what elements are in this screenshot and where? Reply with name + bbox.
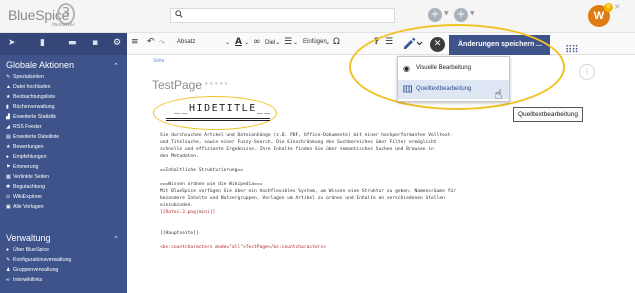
sidebar-item-spezialseiten[interactable]: ✎ Spezialseiten bbox=[6, 74, 44, 80]
sidebar-tabs: ➤ ▮ ▬ ▪ ⚙ bbox=[0, 33, 127, 55]
link-icon[interactable]: ∞ bbox=[253, 37, 261, 47]
code-line[interactable]: schnelle und effiziente Ergebnisse. Ihre… bbox=[160, 147, 434, 152]
top-header: BlueSpice 3 MediaWiki + ▼ + ▼ × W 8 bbox=[0, 0, 635, 33]
close-icon[interactable]: × bbox=[614, 2, 621, 11]
sidebar-item-recommendations[interactable]: ♠ Empfehlungen bbox=[6, 154, 46, 160]
format-dropdown[interactable]: Absatz bbox=[177, 39, 195, 45]
sidebar: ➤ ▮ ▬ ▪ ⚙ Globale Aktionen ⌃ ✎ Spezialsei… bbox=[0, 33, 127, 293]
code-line[interactable]: Sie durchsuchen Artikel und Dateianhänge… bbox=[160, 133, 453, 138]
gear-icon[interactable]: ⚙ bbox=[113, 38, 121, 48]
link-icon: ∞ bbox=[6, 277, 10, 283]
template-icon: ▣ bbox=[6, 204, 11, 210]
redo-icon[interactable]: ↷ bbox=[159, 39, 165, 47]
compass-icon: ⊙ bbox=[6, 194, 11, 200]
admin-heading: Verwaltung bbox=[6, 233, 51, 243]
global-actions-heading: Globale Aktionen bbox=[6, 60, 75, 70]
star-icon: ★ bbox=[6, 94, 11, 100]
sidebar-item-filelist[interactable]: ▤ Erweiterte Dateiliste bbox=[6, 134, 59, 140]
upload-icon: ▲ bbox=[6, 84, 11, 90]
bookmark-icon[interactable]: ▮ bbox=[40, 38, 45, 48]
new-page-icon[interactable]: + bbox=[428, 8, 442, 22]
chevron-down-icon[interactable]: ⌄ bbox=[225, 39, 230, 46]
sidebar-item-linked-pages[interactable]: ▦ Verlinkte Seiten bbox=[6, 174, 49, 180]
source-code-icon: [[]] bbox=[403, 86, 413, 93]
file-icon: ▤ bbox=[6, 134, 11, 140]
hidetitle-magic-word: __HIDETITLE__ bbox=[174, 103, 272, 114]
info-icon[interactable]: i bbox=[579, 64, 595, 80]
rss-icon: ◢ bbox=[6, 124, 10, 130]
sidebar-item-interwiki[interactable]: ∞ Interwikilinks bbox=[6, 277, 42, 283]
info-icon: ● bbox=[6, 247, 10, 253]
undo-icon[interactable]: ↶ bbox=[147, 37, 155, 47]
special-char-icon[interactable]: Ω bbox=[333, 37, 340, 47]
thumbs-up-icon: ♠ bbox=[6, 154, 9, 160]
flag-icon: ⚑ bbox=[6, 164, 11, 170]
sidebar-item-about[interactable]: ● Über BlueSpice bbox=[6, 247, 49, 253]
sidebar-item-templates[interactable]: ▣ Alle Vorlagen bbox=[6, 204, 44, 210]
sidebar-item-upload[interactable]: ▲ Datei hochladen bbox=[6, 84, 51, 90]
chevron-down-icon[interactable]: ▼ bbox=[470, 10, 475, 17]
sidebar-item-config[interactable]: ✎ Konfigurationsverwaltung bbox=[6, 257, 71, 263]
menu-icon[interactable]: ≡ bbox=[131, 37, 139, 47]
apps-grid-icon[interactable]: ⠿⠿ bbox=[565, 45, 579, 56]
text-style-icon[interactable]: A bbox=[235, 37, 242, 47]
list-icon[interactable]: ☰ bbox=[284, 37, 292, 47]
code-line-link[interactable]: [[Hauptseite]] bbox=[160, 231, 199, 236]
breadcrumb[interactable]: Seite bbox=[153, 58, 164, 64]
notification-badge[interactable]: 8 bbox=[604, 3, 613, 12]
sidebar-item-wikiexplorer[interactable]: ⊙ WikiExplorer bbox=[6, 194, 42, 200]
code-line[interactable]: den Metadaten. bbox=[160, 154, 199, 159]
code-line[interactable]: ===Wissen ordnen wie die Wikipedia=== bbox=[160, 182, 262, 187]
chevron-down-icon[interactable]: ▼ bbox=[444, 10, 449, 17]
list-icon: ▦ bbox=[6, 174, 11, 180]
code-line-tag[interactable]: <bs:countcharacters mode="all">TestPage<… bbox=[160, 245, 326, 250]
wrench-icon: ✎ bbox=[6, 74, 11, 80]
chevron-down-icon[interactable]: ⌄ bbox=[293, 39, 298, 46]
visual-edit-option[interactable]: ◉ Visuelle Bearbeitung bbox=[398, 59, 509, 78]
chart-icon: ▟ bbox=[6, 114, 10, 120]
rating-stars[interactable]: ★★★★★ bbox=[204, 81, 229, 87]
hidetitle-underline bbox=[166, 118, 270, 121]
code-line[interactable]: besondere Inhalte und Nutzergruppen, Vor… bbox=[160, 196, 445, 201]
eye-icon: ◉ bbox=[403, 64, 410, 73]
code-line[interactable]: und Titelsuche, sowie einer Fuzzy-Search… bbox=[160, 140, 437, 145]
sidebar-item-watchlist[interactable]: ★ Beobachtungsliste bbox=[6, 94, 55, 100]
code-line[interactable]: Mit BlueSpice verfügen Sie über ein hoch… bbox=[160, 189, 456, 194]
chevron-down-icon[interactable]: ⌄ bbox=[325, 39, 330, 46]
hand-cursor-icon: ☝ bbox=[494, 87, 503, 103]
sidebar-item-reminder[interactable]: ⚑ Erinnerung bbox=[6, 164, 38, 170]
navigation-icon[interactable]: ➤ bbox=[8, 38, 16, 48]
search-input[interactable] bbox=[170, 8, 395, 23]
code-line[interactable]: einzubinden. bbox=[160, 203, 193, 208]
sidebar-item-review[interactable]: ✱ Begutachtung bbox=[6, 184, 45, 190]
code-line-file-link[interactable]: [[Datei:3.png|mini]] bbox=[160, 210, 215, 215]
star-icon: ★ bbox=[6, 144, 11, 150]
trash-icon[interactable]: ▬ bbox=[68, 38, 77, 48]
sidebar-item-groups[interactable]: ♟ Gruppenverwaltung bbox=[6, 267, 58, 273]
folder-icon[interactable]: ▪ bbox=[92, 38, 98, 48]
tooltip: Quelltextbearbeitung bbox=[513, 107, 583, 122]
users-icon: ♟ bbox=[6, 267, 11, 273]
source-edit-option[interactable]: [[]] Quelltextbearbeitung bbox=[398, 80, 509, 99]
review-icon: ✱ bbox=[6, 184, 11, 190]
table-dropdown[interactable]: Diel⌄ bbox=[265, 39, 280, 46]
sidebar-item-rss[interactable]: ◢ RSS Feeder bbox=[6, 124, 42, 130]
chevron-down-icon[interactable]: ⌄ bbox=[244, 39, 249, 46]
book-icon: ▮ bbox=[6, 104, 9, 110]
sidebar-item-books[interactable]: ▮ Bücherverwaltung bbox=[6, 104, 55, 110]
wrench-icon: ✎ bbox=[6, 257, 11, 263]
add-icon[interactable]: + bbox=[454, 8, 468, 22]
code-line[interactable]: ==Inhaltliche Strukturierung== bbox=[160, 168, 243, 173]
search-icon bbox=[175, 10, 183, 20]
chevron-up-icon[interactable]: ⌃ bbox=[113, 235, 119, 243]
chevron-up-icon[interactable]: ⌃ bbox=[113, 62, 119, 70]
page-title: TestPage bbox=[152, 78, 203, 92]
sidebar-item-ratings[interactable]: ★ Bewertungen bbox=[6, 144, 44, 150]
insert-dropdown[interactable]: Einfügen bbox=[303, 39, 327, 45]
logo-version-badge: 3 bbox=[57, 3, 75, 25]
logo-subtitle: MediaWiki bbox=[52, 23, 75, 28]
sidebar-item-statistics[interactable]: ▟ Erweiterte Statistik bbox=[6, 114, 56, 120]
